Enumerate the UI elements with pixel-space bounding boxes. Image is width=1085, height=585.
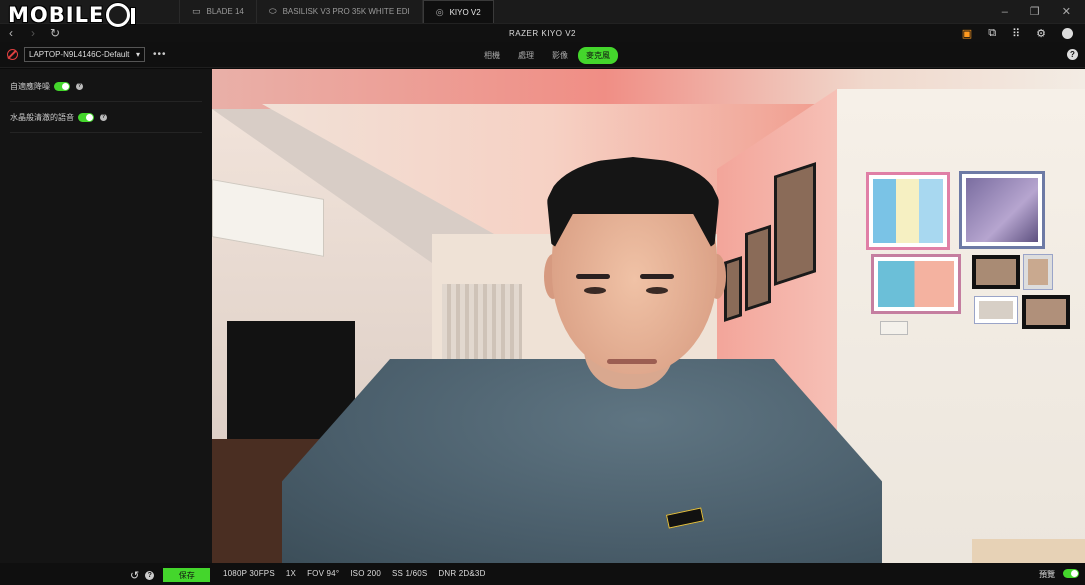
- tab-label: KIYO V2: [449, 7, 481, 17]
- camera-stats: 1080P 30FPS 1X FOV 94° ISO 200 SS 1/60S …: [223, 569, 486, 578]
- window-controls: – ❐ ✕: [988, 0, 1085, 23]
- preview-frame: [745, 224, 771, 312]
- preview-frame: [774, 162, 816, 286]
- profile-dropdown[interactable]: LAPTOP-N9L4146C-Default ▾: [24, 47, 145, 62]
- stat-shutter: SS 1/60S: [392, 569, 428, 578]
- preview-chair: [972, 539, 1085, 563]
- preview-person-body: [282, 359, 882, 563]
- preview-artwork: [962, 174, 1042, 246]
- nav-actions: ▣ ⧉ ⠿ ⚙: [962, 27, 1085, 40]
- tab-bar: ▭ BLADE 14 ⬭ BASILISK V3 PRO 35K WHITE E…: [0, 0, 1085, 24]
- mouse-icon: ⬭: [268, 6, 277, 16]
- setting-adaptive-noise: 自適應降噪 ?: [10, 71, 202, 102]
- preview-artwork: [869, 175, 947, 247]
- bottom-bar: ↺ ? 保存 1080P 30FPS 1X FOV 94° ISO 200 SS…: [0, 563, 1085, 585]
- preview-frame: [724, 256, 742, 322]
- profile-value: LAPTOP-N9L4146C-Default: [29, 50, 130, 59]
- stat-zoom: 1X: [285, 569, 297, 578]
- tab-blade-14[interactable]: ▭ BLADE 14: [180, 0, 257, 23]
- forward-button[interactable]: ›: [22, 26, 44, 40]
- preview-label: 預覽: [1039, 570, 1055, 579]
- help-icon[interactable]: ?: [76, 82, 83, 90]
- preview-person-eye: [584, 287, 606, 294]
- disabled-device-icon: [7, 49, 18, 60]
- layers-icon[interactable]: ⧉: [988, 27, 996, 40]
- crystal-voice-toggle[interactable]: [78, 112, 94, 122]
- preview-person-mouth: [607, 359, 657, 364]
- more-options-icon[interactable]: •••: [153, 49, 167, 60]
- reset-icon[interactable]: ↺: [130, 569, 139, 582]
- logo-ring-icon: [106, 3, 136, 27]
- bottom-actions: ↺ ? 保存: [130, 568, 211, 582]
- help-icon[interactable]: ?: [145, 570, 155, 580]
- laptop-icon: ▭: [192, 6, 201, 16]
- setting-crystal-voice: 水晶般清澈的語音 ?: [10, 102, 202, 133]
- stat-resolution: 1080P 30FPS: [223, 569, 275, 578]
- tab-basilisk[interactable]: ⬭ BASILISK V3 PRO 35K WHITE EDI: [257, 0, 423, 23]
- minimize-icon[interactable]: –: [1002, 6, 1008, 18]
- preview-person-brow: [640, 274, 674, 279]
- help-icon[interactable]: ?: [100, 113, 107, 121]
- restore-icon[interactable]: ❐: [1030, 5, 1040, 18]
- adaptive-noise-toggle[interactable]: [54, 81, 70, 91]
- webcam-icon: ◎: [435, 6, 444, 17]
- tab-microphone[interactable]: 麥克風: [578, 47, 618, 64]
- preview-artwork: [874, 257, 958, 311]
- logo-text: MOBILE: [8, 3, 105, 27]
- notification-icon[interactable]: ▣: [962, 27, 972, 40]
- preview-photo: [1022, 295, 1070, 329]
- gear-icon[interactable]: ⚙: [1036, 27, 1046, 40]
- tab-camera[interactable]: 相機: [476, 47, 508, 64]
- preview-wall-switch: [880, 321, 908, 335]
- stat-fov: FOV 94°: [307, 569, 340, 578]
- avatar[interactable]: [1062, 27, 1073, 39]
- tab-image[interactable]: 影像: [544, 47, 576, 64]
- save-button[interactable]: 保存: [163, 568, 211, 582]
- chevron-down-icon: ▾: [135, 50, 140, 59]
- help-icon[interactable]: ?: [1067, 49, 1078, 60]
- close-icon[interactable]: ✕: [1062, 5, 1071, 18]
- preview-toggle[interactable]: [1063, 569, 1079, 578]
- tab-label: BLADE 14: [206, 7, 244, 16]
- preview-photo: [972, 255, 1020, 289]
- section-tabs: 相機 處理 影像 麥克風: [476, 47, 620, 64]
- preview-person-brow: [576, 274, 610, 279]
- tab-processing[interactable]: 處理: [510, 47, 542, 64]
- stat-dnr: DNR 2D&3D: [438, 569, 486, 578]
- preview-photo: [1024, 255, 1052, 289]
- settings-sidebar: 自適應降噪 ? 水晶般清澈的語音 ?: [0, 69, 212, 563]
- refresh-button[interactable]: ↻: [44, 26, 66, 40]
- back-button[interactable]: ‹: [0, 26, 22, 40]
- nav-row: ‹ › ↻ RAZER KIYO V2 ▣ ⧉ ⠿ ⚙: [0, 24, 1085, 42]
- preview-person-eye: [646, 287, 668, 294]
- mobile01-logo: MOBILE: [8, 2, 136, 28]
- preview-photo: [975, 297, 1017, 323]
- tab-label: BASILISK V3 PRO 35K WHITE EDI: [282, 7, 410, 16]
- app-title: RAZER KIYO V2: [509, 28, 576, 38]
- camera-preview: [212, 69, 1085, 563]
- device-toolbar: LAPTOP-N9L4146C-Default ▾ ••• 相機 處理 影像 麥…: [0, 42, 1085, 68]
- tab-kiyo-v2[interactable]: ◎ KIYO V2: [422, 0, 494, 23]
- stat-iso: ISO 200: [350, 569, 381, 578]
- apps-grid-icon[interactable]: ⠿: [1012, 27, 1020, 40]
- setting-label: 自適應降噪: [10, 81, 50, 91]
- setting-label: 水晶般清澈的語音: [10, 112, 74, 122]
